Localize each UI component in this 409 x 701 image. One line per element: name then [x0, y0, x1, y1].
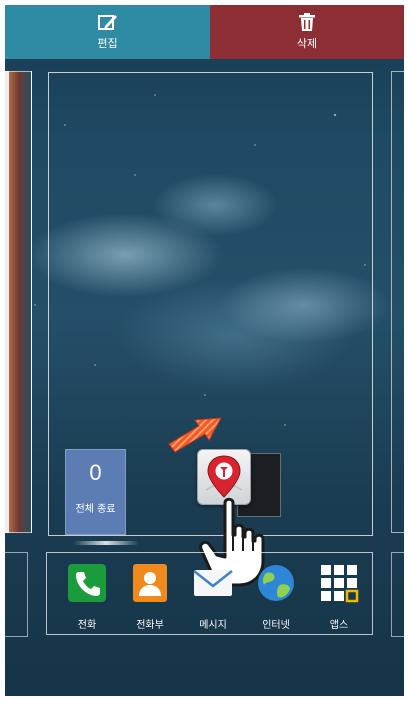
dock-item-apps[interactable]: 앱스: [309, 563, 369, 631]
top-action-bar: 편집 삭제: [5, 5, 404, 59]
close-all-label: 전체 종료: [75, 504, 116, 515]
page-indicator: [73, 541, 139, 545]
dock-tray: 전화 전화부 메시지 인터넷 앱스: [46, 552, 373, 635]
dock-item-contacts[interactable]: 전화부: [120, 563, 180, 631]
edit-button[interactable]: 편집: [5, 5, 210, 59]
edit-label: 편집: [97, 36, 118, 50]
home-screen-edit-mode: 편집 삭제 0 전체 종료 전화 전화부 메시지 인터넷 앱스: [5, 5, 404, 696]
dock-label-messages: 메시지: [199, 620, 227, 631]
close-all-widget[interactable]: 0 전체 종료: [65, 449, 126, 535]
dock-previous-preview: [5, 552, 28, 637]
dock-label-internet: 인터넷: [262, 620, 290, 631]
drag-direction-arrow-icon: [168, 417, 222, 453]
phone-icon: [67, 563, 107, 603]
dock-item-phone[interactable]: 전화: [57, 563, 117, 631]
running-app-count: 0: [89, 460, 102, 485]
dock-label-phone: 전화: [77, 620, 97, 631]
edit-icon: [97, 14, 117, 30]
message-icon: [193, 563, 233, 603]
dock-next-preview: [391, 552, 404, 637]
next-page-preview[interactable]: [391, 71, 404, 533]
contacts-icon: [130, 563, 170, 603]
trash-icon: [299, 13, 315, 31]
apps-grid-icon: [319, 563, 359, 603]
delete-label: 삭제: [296, 37, 318, 50]
dock-item-internet[interactable]: 인터넷: [246, 563, 306, 631]
delete-button[interactable]: 삭제: [210, 5, 404, 59]
dock-label-apps: 앱스: [329, 620, 349, 631]
dock-label-contacts: 전화부: [136, 620, 164, 631]
internet-globe-icon: [256, 563, 296, 603]
dock-item-messages[interactable]: 메시지: [183, 563, 243, 631]
previous-page-preview[interactable]: [5, 71, 32, 533]
